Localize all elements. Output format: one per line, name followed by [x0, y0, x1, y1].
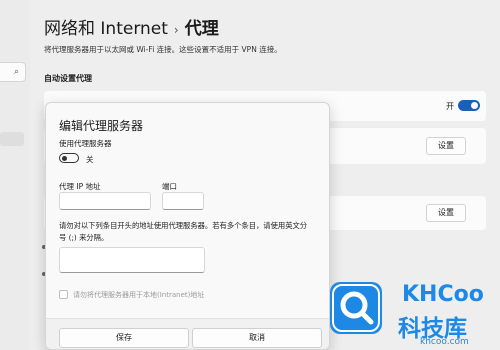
watermark-site: khcoo.com	[420, 337, 469, 347]
breadcrumb-parent[interactable]: 网络和 Internet	[44, 19, 168, 39]
exceptions-input[interactable]	[59, 247, 205, 273]
toggle-knob	[471, 102, 478, 109]
proxy-ip-label: 代理 IP 地址	[59, 182, 101, 191]
toggle-knob	[62, 156, 67, 161]
auto-proxy-section-title: 自动设置代理	[44, 74, 92, 83]
search-icon: ⌕	[13, 67, 19, 77]
setup-script-settings-button[interactable]: 设置	[426, 137, 466, 155]
cancel-button[interactable]: 取消	[192, 328, 322, 348]
port-input[interactable]	[162, 192, 204, 210]
use-proxy-label: 使用代理服务器	[59, 139, 112, 148]
dialog-footer: 保存 取消	[46, 318, 329, 349]
use-proxy-toggle[interactable]	[59, 153, 79, 163]
proxy-ip-input[interactable]	[59, 192, 151, 210]
save-button[interactable]: 保存	[59, 328, 189, 348]
left-navigation: ⌕	[0, 0, 30, 350]
watermark-logo-icon	[330, 282, 382, 334]
nav-search-box[interactable]: ⌕	[0, 62, 26, 82]
auto-detect-toggle-label: 开	[446, 102, 454, 111]
page-title: 代理	[184, 19, 219, 39]
watermark-brand: KHCoo	[402, 282, 484, 307]
auto-detect-toggle[interactable]	[458, 100, 480, 111]
breadcrumb: 网络和 Internet › 代理	[44, 14, 219, 39]
page-description: 将代理服务器用于以太网或 Wi-Fi 连接。这些设置不适用于 VPN 连接。	[44, 45, 282, 54]
manual-proxy-settings-button[interactable]: 设置	[426, 204, 466, 222]
chevron-right-icon: ›	[173, 23, 179, 37]
dialog-title: 编辑代理服务器	[59, 119, 144, 133]
edit-proxy-dialog: 编辑代理服务器 使用代理服务器 关 代理 IP 地址 端口 请勿对以下列条目开头…	[45, 102, 330, 350]
use-proxy-state: 关	[86, 155, 94, 164]
bypass-local-checkbox[interactable]	[59, 290, 68, 299]
port-label: 端口	[162, 182, 177, 191]
exceptions-description: 请勿对以下列条目开头的地址使用代理服务器。若有多个条目，请使用英文分号 (;) …	[59, 221, 308, 242]
nav-selected-item[interactable]	[0, 132, 24, 146]
bypass-local-label: 请勿将代理服务器用于本地(Intranet)地址	[73, 291, 205, 299]
magnifier-icon	[332, 284, 380, 332]
